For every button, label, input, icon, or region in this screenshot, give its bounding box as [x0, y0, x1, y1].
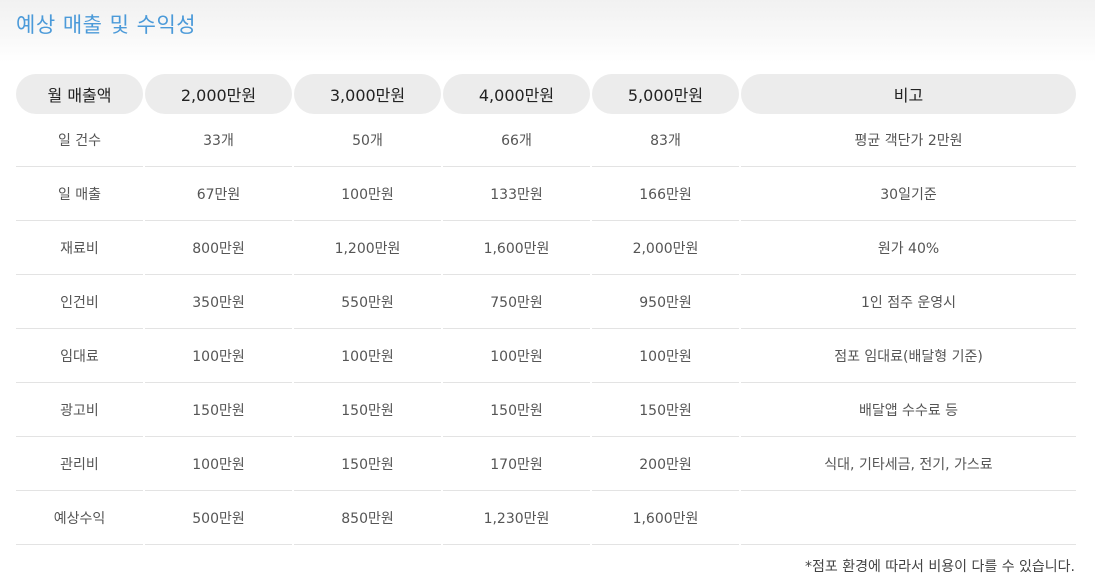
table-cell: 750만원: [443, 275, 590, 329]
table-cell: 850만원: [294, 491, 441, 545]
header-2000: 2,000만원: [145, 74, 292, 114]
row-label: 관리비: [16, 437, 143, 491]
row-label: 인건비: [16, 275, 143, 329]
table-cell: 33개: [145, 114, 292, 167]
table-cell: 1,200만원: [294, 221, 441, 275]
table-cell: 133만원: [443, 167, 590, 221]
row-label: 광고비: [16, 383, 143, 437]
note-cell: 점포 임대료(배달형 기준): [741, 329, 1076, 383]
table-cell: 100만원: [443, 329, 590, 383]
table-cell: 350만원: [145, 275, 292, 329]
table-row: 관리비 100만원 150만원 170만원 200만원 식대, 기타세금, 전기…: [16, 437, 1076, 491]
table-cell: 66개: [443, 114, 590, 167]
table-cell: 100만원: [294, 329, 441, 383]
header-notes: 비고: [741, 74, 1076, 114]
row-label: 예상수익: [16, 491, 143, 545]
table-cell: 83개: [592, 114, 739, 167]
note-cell: 1인 점주 운영시: [741, 275, 1076, 329]
header-5000: 5,000만원: [592, 74, 739, 114]
table-row: 예상수익 500만원 850만원 1,230만원 1,600만원: [16, 491, 1076, 545]
table-row: 재료비 800만원 1,200만원 1,600만원 2,000만원 원가 40%: [16, 221, 1076, 275]
header-monthly-revenue: 월 매출액: [16, 74, 143, 114]
table-cell: 150만원: [145, 383, 292, 437]
table-row: 일 매출 67만원 100만원 133만원 166만원 30일기준: [16, 167, 1076, 221]
table-cell: 150만원: [592, 383, 739, 437]
table-cell: 950만원: [592, 275, 739, 329]
row-label: 일 매출: [16, 167, 143, 221]
table-cell: 150만원: [294, 437, 441, 491]
table-cell: 550만원: [294, 275, 441, 329]
table-cell: 500만원: [145, 491, 292, 545]
table-row: 광고비 150만원 150만원 150만원 150만원 배달앱 수수료 등: [16, 383, 1076, 437]
revenue-table: 월 매출액 2,000만원 3,000만원 4,000만원 5,000만원 비고…: [14, 74, 1078, 545]
table-cell: 200만원: [592, 437, 739, 491]
table-cell: 800만원: [145, 221, 292, 275]
header-4000: 4,000만원: [443, 74, 590, 114]
row-label: 일 건수: [16, 114, 143, 167]
table-cell: 100만원: [592, 329, 739, 383]
note-cell: 원가 40%: [741, 221, 1076, 275]
note-cell: 30일기준: [741, 167, 1076, 221]
table-cell: 170만원: [443, 437, 590, 491]
table-cell: 100만원: [145, 437, 292, 491]
table-cell: 100만원: [294, 167, 441, 221]
note-cell: 배달앱 수수료 등: [741, 383, 1076, 437]
row-label: 임대료: [16, 329, 143, 383]
table-cell: 1,600만원: [443, 221, 590, 275]
table-row: 인건비 350만원 550만원 750만원 950만원 1인 점주 운영시: [16, 275, 1076, 329]
page-title: 예상 매출 및 수익성: [16, 13, 197, 37]
note-cell: 식대, 기타세금, 전기, 가스료: [741, 437, 1076, 491]
table-cell: 150만원: [294, 383, 441, 437]
table-header-row: 월 매출액 2,000만원 3,000만원 4,000만원 5,000만원 비고: [16, 74, 1076, 114]
table-row: 임대료 100만원 100만원 100만원 100만원 점포 임대료(배달형 기…: [16, 329, 1076, 383]
table-cell: 150만원: [443, 383, 590, 437]
note-cell: 평균 객단가 2만원: [741, 114, 1076, 167]
table-cell: 1,600만원: [592, 491, 739, 545]
table-cell: 100만원: [145, 329, 292, 383]
header-3000: 3,000만원: [294, 74, 441, 114]
footnote: *점포 환경에 따라서 비용이 다를 수 있습니다.: [805, 559, 1075, 575]
row-label: 재료비: [16, 221, 143, 275]
table-row: 일 건수 33개 50개 66개 83개 평균 객단가 2만원: [16, 114, 1076, 167]
table-cell: 2,000만원: [592, 221, 739, 275]
table-cell: 166만원: [592, 167, 739, 221]
table-cell: 50개: [294, 114, 441, 167]
table-cell: 67만원: [145, 167, 292, 221]
table-cell: 1,230만원: [443, 491, 590, 545]
note-cell: [741, 491, 1076, 545]
